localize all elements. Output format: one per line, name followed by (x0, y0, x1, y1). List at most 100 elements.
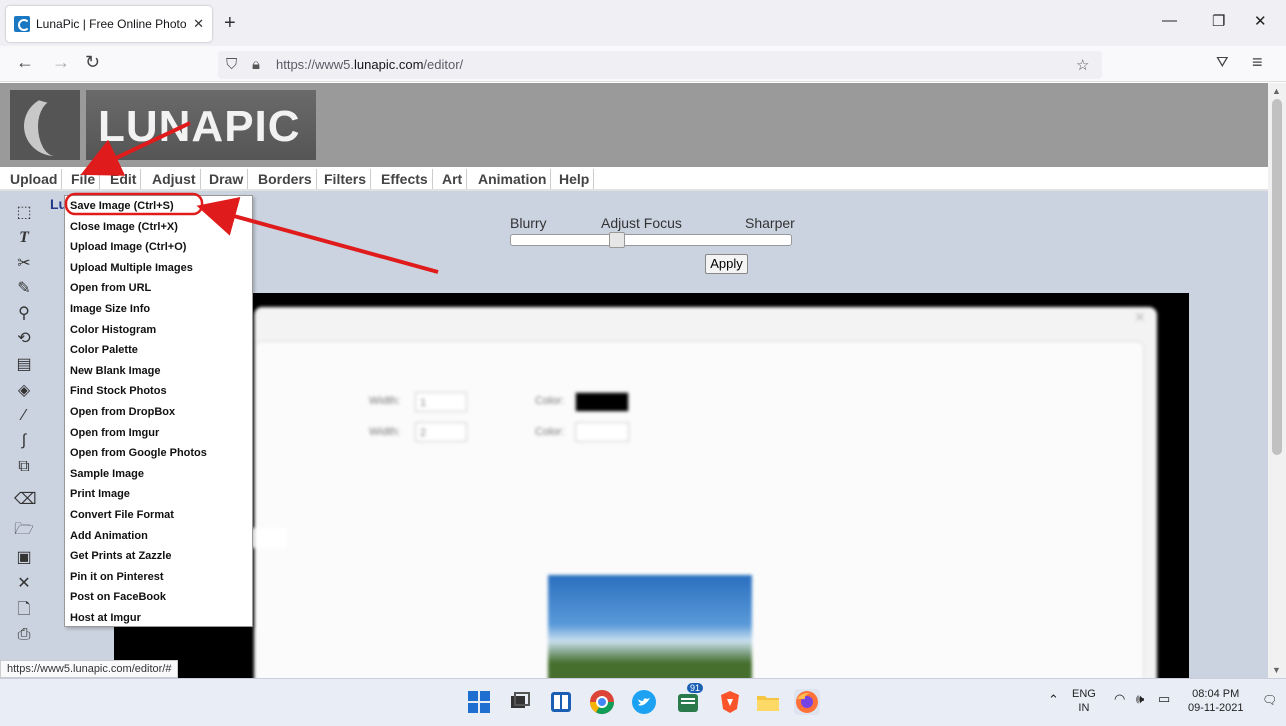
menu-image-size-info[interactable]: Image Size Info (70, 303, 150, 315)
lunapic-logo-text[interactable]: LUNAPIC (86, 90, 316, 160)
layers-icon[interactable]: ⧉ (14, 457, 34, 477)
page-scrollbar[interactable]: ▲ ▼ (1268, 83, 1286, 678)
pocket-icon[interactable]: ⛛ (1216, 54, 1229, 71)
tray-chevron-up-icon[interactable]: ⌃ (1048, 693, 1059, 707)
twitter-icon[interactable] (631, 689, 657, 715)
eyedropper-icon[interactable]: ⁄ (14, 406, 34, 426)
lunapic-moon-logo-icon[interactable] (10, 90, 80, 160)
menu-save-image[interactable]: Save Image (Ctrl+S) (70, 200, 174, 212)
menu-borders[interactable]: Borders (254, 169, 317, 189)
zoom-icon[interactable]: ⚲ (14, 304, 34, 324)
lock-icon[interactable]: 🔒︎ (252, 56, 260, 73)
back-arrow-icon[interactable]: ← (16, 52, 34, 73)
menu-host-imgur[interactable]: Host at Imgur (70, 612, 141, 624)
new-page-icon[interactable]: 🗋︎ (14, 600, 34, 620)
volume-icon[interactable]: 🕪︎ (1136, 692, 1144, 706)
new-tab-button[interactable]: + (224, 12, 236, 35)
blurry-label: Blurry (510, 215, 547, 231)
scrollbar-thumb[interactable] (1272, 99, 1282, 455)
brave-icon[interactable] (717, 689, 743, 715)
focus-slider-handle[interactable] (608, 232, 625, 248)
apply-button[interactable]: Apply (705, 254, 748, 274)
notes-app-icon[interactable]: 91 (675, 683, 704, 715)
menu-open-imgur[interactable]: Open from Imgur (70, 427, 159, 439)
select-icon[interactable]: ⬚ (14, 203, 34, 223)
menu-color-palette[interactable]: Color Palette (70, 344, 138, 356)
menu-help[interactable]: Help (555, 169, 595, 189)
editor-menu-bar: Upload File Edit Adjust Draw Borders Fil… (0, 167, 1268, 191)
scissors-icon[interactable]: ✂ (14, 254, 34, 274)
rotate-icon[interactable]: ⟲ (14, 329, 34, 349)
restore-icon[interactable]: ❐ (1212, 12, 1225, 30)
firefox-icon[interactable] (794, 689, 820, 715)
menu-open-dropbox[interactable]: Open from DropBox (70, 406, 175, 418)
dialog-close-icon[interactable]: ✕ (1134, 309, 1146, 326)
text-tool-icon[interactable]: T (14, 228, 34, 248)
menu-find-stock-photos[interactable]: Find Stock Photos (70, 385, 167, 397)
chrome-icon[interactable] (589, 689, 615, 715)
menu-file[interactable]: File (67, 169, 101, 189)
minimize-icon[interactable]: — (1162, 12, 1177, 29)
eraser-icon[interactable]: ⌫ (14, 490, 37, 510)
open-folder-icon[interactable]: 🗁︎ (14, 520, 34, 540)
language-indicator[interactable]: ENG IN (1072, 687, 1096, 715)
menu-post-facebook[interactable]: Post on FaceBook (70, 591, 166, 603)
close-window-icon[interactable]: ✕ (1254, 12, 1267, 30)
color-swatch-black[interactable] (575, 392, 629, 412)
menu-sample-image[interactable]: Sample Image (70, 468, 144, 480)
forward-arrow-icon[interactable]: → (52, 52, 70, 73)
menu-pin-pinterest[interactable]: Pin it on Pinterest (70, 571, 164, 583)
menu-filters[interactable]: Filters (320, 169, 372, 189)
widgets-icon[interactable] (548, 689, 574, 715)
menu-open-url[interactable]: Open from URL (70, 282, 151, 294)
close-x-icon[interactable]: ✕ (14, 574, 34, 594)
menu-print-image[interactable]: Print Image (70, 488, 130, 500)
pencil-icon[interactable]: ✎ (14, 279, 34, 299)
scroll-down-icon[interactable]: ▼ (1272, 665, 1281, 675)
crop-icon[interactable]: ▤ (14, 355, 34, 375)
width-field-1[interactable]: 1 (415, 392, 467, 412)
browser-tab[interactable]: LunaPic | Free Online Photo Edi ✕ (6, 6, 212, 42)
focus-slider[interactable] (510, 232, 792, 248)
menu-upload[interactable]: Upload (6, 169, 63, 189)
brush-icon[interactable]: ∫ (14, 431, 34, 451)
menu-open-google-photos[interactable]: Open from Google Photos (70, 447, 207, 459)
menu-adjust[interactable]: Adjust (148, 169, 201, 189)
task-view-icon[interactable] (507, 689, 533, 715)
print-icon[interactable]: ⎙ (14, 625, 34, 645)
battery-icon[interactable]: ▭ (1158, 692, 1170, 706)
tab-close-icon[interactable]: ✕ (193, 16, 204, 32)
menu-close-image[interactable]: Close Image (Ctrl+X) (70, 221, 178, 233)
browser-nav-bar: ← → ↻ ⛉ 🔒︎ https://www5.lunapic.com/edit… (0, 46, 1286, 82)
menu-draw[interactable]: Draw (205, 169, 249, 189)
width-label-2: Width: (369, 426, 401, 438)
menu-art[interactable]: Art (438, 169, 468, 189)
windows-start-icon[interactable] (466, 689, 492, 715)
paint-bucket-icon[interactable]: ◈ (14, 381, 34, 401)
menu-color-histogram[interactable]: Color Histogram (70, 324, 156, 336)
menu-edit[interactable]: Edit (106, 169, 142, 189)
menu-prints-zazzle[interactable]: Get Prints at Zazzle (70, 550, 171, 562)
app-menu-icon[interactable]: ≡ (1252, 52, 1263, 73)
menu-upload-image[interactable]: Upload Image (Ctrl+O) (70, 241, 186, 253)
file-explorer-icon[interactable] (755, 689, 781, 715)
wifi-icon[interactable]: ◠ (1114, 692, 1125, 706)
image-thumbnail[interactable] (548, 575, 752, 678)
bookmark-star-icon[interactable]: ☆ (1076, 56, 1089, 74)
reload-icon[interactable]: ↻ (85, 52, 100, 73)
width-field-2[interactable]: 2 (415, 422, 467, 442)
menu-animation[interactable]: Animation (474, 169, 552, 189)
menu-convert-format[interactable]: Convert File Format (70, 509, 174, 521)
menu-effects[interactable]: Effects (377, 169, 433, 189)
save-disk-icon[interactable]: ▣ (14, 548, 34, 568)
clock[interactable]: 08:04 PM 09-11-2021 (1188, 687, 1243, 715)
menu-add-animation[interactable]: Add Animation (70, 530, 148, 542)
notification-center-icon[interactable]: 🗨︎ (1262, 693, 1277, 707)
scroll-up-icon[interactable]: ▲ (1272, 86, 1281, 96)
url-bar[interactable]: ⛉ 🔒︎ https://www5.lunapic.com/editor/ ☆ (218, 51, 1102, 79)
shield-icon[interactable]: ⛉ (226, 56, 237, 73)
menu-new-blank-image[interactable]: New Blank Image (70, 365, 160, 377)
menu-upload-multiple[interactable]: Upload Multiple Images (70, 262, 193, 274)
color-swatch-white[interactable] (575, 422, 629, 442)
image-canvas[interactable]: ✕ Width: 1 Color: Width: 2 Color: (114, 293, 1189, 678)
